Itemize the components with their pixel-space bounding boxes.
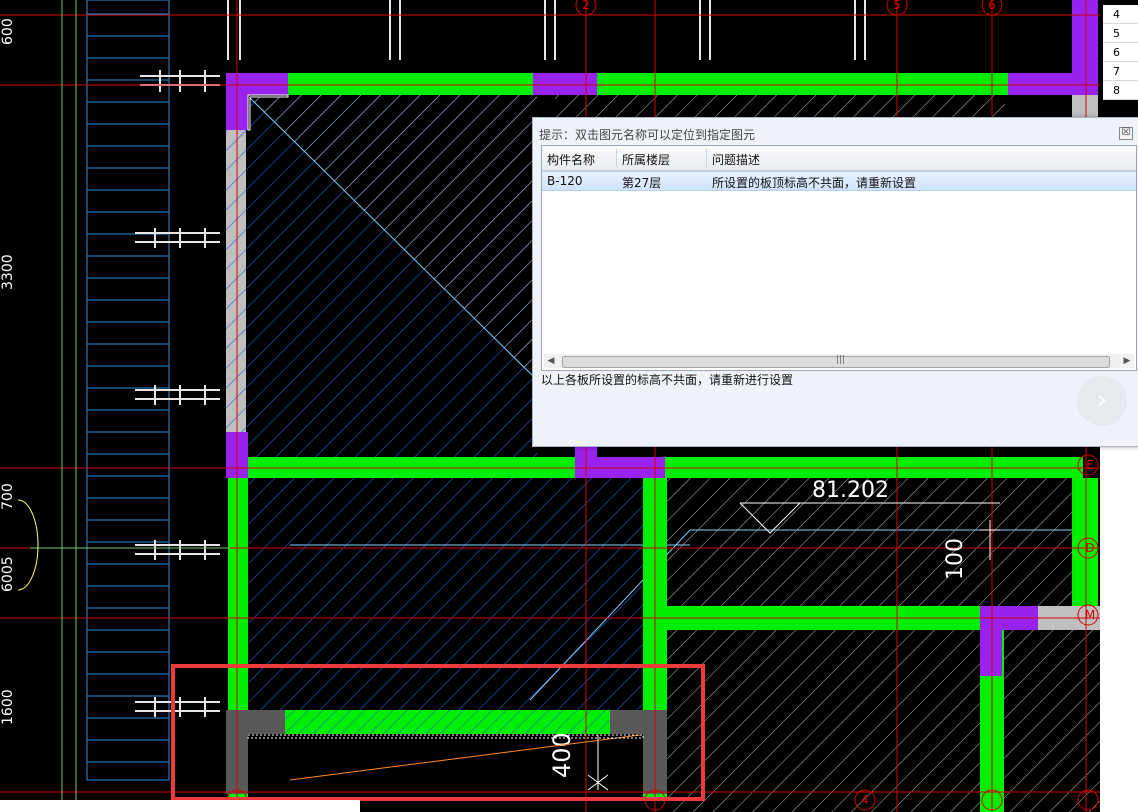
svg-text:5: 5 bbox=[893, 0, 901, 12]
svg-text:D: D bbox=[1085, 541, 1094, 555]
wall-hatch bbox=[285, 710, 610, 734]
close-icon[interactable]: ☒ bbox=[1119, 127, 1133, 140]
slab-lower-left[interactable] bbox=[249, 478, 643, 710]
svg-text:2: 2 bbox=[582, 0, 590, 12]
cell-floor: 第27层 bbox=[622, 176, 662, 190]
grey-wall-hatch bbox=[226, 95, 246, 457]
problem-table[interactable]: 构件名称 所属楼层 问题描述 B-120 第27层 所设置的板顶标高不共面，请重… bbox=[541, 145, 1137, 371]
row-number[interactable]: 7 bbox=[1103, 62, 1138, 81]
dialog-message: 以上各板所设置的标高不共面，请重新进行设置 bbox=[541, 373, 794, 387]
table-row[interactable]: B-120 第27层 所设置的板顶标高不共面，请重新设置 bbox=[542, 171, 1136, 191]
dim-700: 700 bbox=[0, 483, 16, 510]
arc-mark bbox=[17, 499, 39, 591]
svg-text:M: M bbox=[1085, 608, 1095, 622]
dim-1600: 1600 bbox=[0, 689, 16, 725]
column-header-desc[interactable]: 问题描述 bbox=[712, 151, 760, 168]
slab-far-right[interactable] bbox=[1004, 630, 1102, 812]
scroll-left-icon[interactable]: ◀ bbox=[544, 354, 558, 368]
dim-600: 600 bbox=[0, 18, 16, 45]
dialog-title: 提示：双击图元名称可以定位到指定图元 bbox=[539, 128, 756, 142]
row-number[interactable]: 4 bbox=[1103, 5, 1138, 24]
dim-400: 400 bbox=[548, 732, 576, 778]
orange-line bbox=[289, 734, 641, 781]
row-number[interactable]: 5 bbox=[1103, 24, 1138, 43]
bottom-strip bbox=[0, 800, 360, 812]
svg-text:4: 4 bbox=[861, 793, 869, 807]
column-header-floor[interactable]: 所属楼层 bbox=[622, 151, 670, 168]
cell-name: B-120 bbox=[547, 174, 583, 188]
svg-text:6: 6 bbox=[988, 0, 996, 12]
cell-desc: 所设置的板顶标高不共面，请重新设置 bbox=[712, 176, 917, 190]
green-guides bbox=[30, 0, 230, 812]
dashed-edge bbox=[247, 734, 644, 739]
next-button[interactable]: › bbox=[1077, 376, 1127, 426]
table-header: 构件名称 所属楼层 问题描述 bbox=[542, 146, 1136, 171]
slab-right-lower[interactable] bbox=[667, 630, 980, 812]
horizontal-scrollbar[interactable]: ◀ ||| ▶ bbox=[544, 354, 1134, 368]
scroll-thumb[interactable]: ||| bbox=[562, 355, 1110, 368]
column-header-name[interactable]: 构件名称 bbox=[547, 151, 595, 168]
hint-dialog[interactable]: 提示：双击图元名称可以定位到指定图元 ☒ 构件名称 所属楼层 问题描述 B-12… bbox=[532, 117, 1138, 447]
dim-81202: 81.202 bbox=[812, 478, 889, 503]
dim-3300: 3300 bbox=[0, 254, 16, 290]
svg-text:E: E bbox=[1086, 458, 1094, 472]
dim-6005: 6005 bbox=[0, 556, 16, 592]
row-number[interactable]: 6 bbox=[1103, 43, 1138, 62]
row-number[interactable]: 8 bbox=[1103, 81, 1138, 100]
scroll-right-icon[interactable]: ▶ bbox=[1120, 354, 1134, 368]
dim-100: 100 bbox=[943, 538, 968, 580]
